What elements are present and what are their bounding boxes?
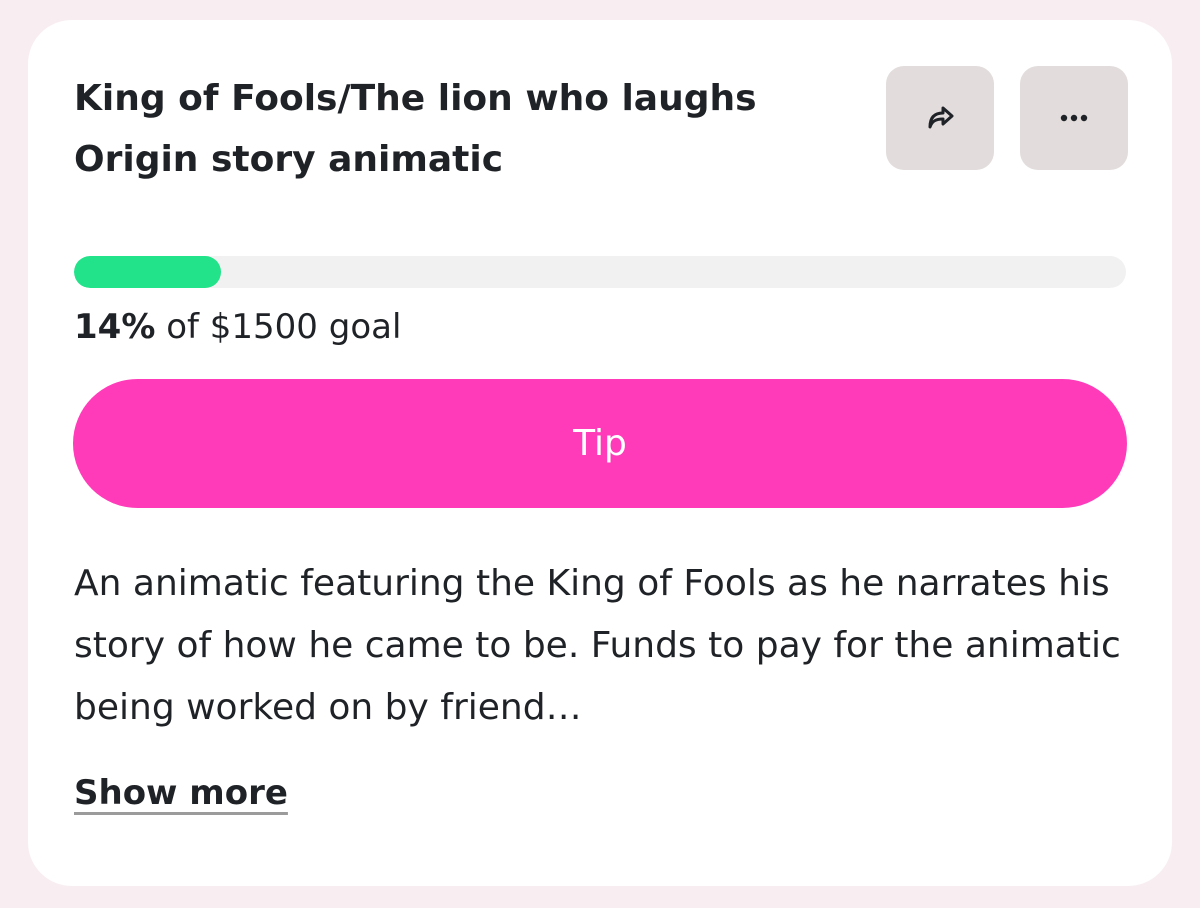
progress-bar-fill — [74, 256, 222, 288]
share-button[interactable] — [886, 66, 994, 170]
more-options-button[interactable] — [1020, 66, 1128, 170]
campaign-title-line-2: Origin story animatic — [74, 139, 504, 180]
tip-button[interactable]: Tip — [73, 379, 1127, 508]
campaign-description: An animatic featuring the King of Fools … — [74, 563, 1121, 728]
goal-progress-text: 14% of $1500 goal — [74, 302, 401, 352]
goal-amount: of $1500 goal — [155, 307, 402, 347]
tip-button-label: Tip — [573, 423, 627, 464]
goal-percent: 14% — [74, 307, 156, 347]
progress-bar — [74, 256, 1126, 288]
share-icon — [928, 106, 954, 129]
more-icon — [1060, 114, 1088, 122]
campaign-title-line-1: King of Fools/The lion who laughs — [74, 78, 757, 119]
campaign-title: King of Fools/The lion who laughs Origin… — [74, 68, 834, 190]
fundraiser-card: King of Fools/The lion who laughs Origin… — [28, 20, 1172, 886]
show-more-link[interactable]: Show more — [74, 768, 288, 818]
